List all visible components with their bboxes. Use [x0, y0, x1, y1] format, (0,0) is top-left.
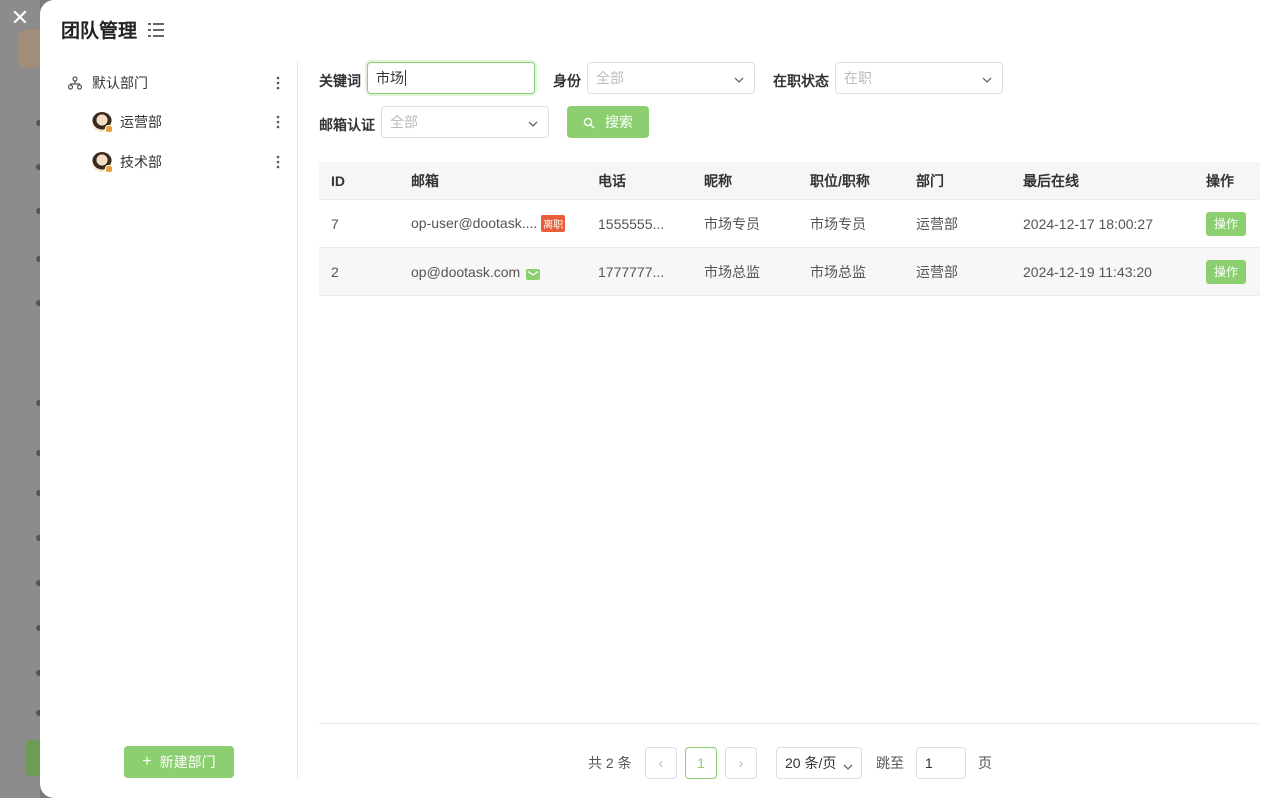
status-label: 在职状态 — [773, 73, 829, 89]
org-tree-icon — [67, 76, 83, 90]
col-header-title: 职位/职称 — [810, 172, 870, 189]
chevron-down-icon — [982, 72, 992, 83]
page-number-button[interactable]: 1 — [685, 747, 717, 779]
cell-id: 7 — [331, 215, 339, 232]
more-vertical-icon[interactable] — [270, 112, 286, 132]
plus-icon: + — [142, 753, 152, 770]
role-select[interactable]: 全部 — [587, 62, 755, 94]
cell-email: op@dootask.com — [411, 263, 541, 280]
keyword-value: 市场 — [376, 70, 404, 86]
total-count: 共 2 条 — [588, 755, 632, 771]
email-text: op-user@dootask.... — [411, 214, 538, 231]
cell-title: 市场专员 — [810, 215, 866, 232]
role-value: 全部 — [596, 70, 624, 86]
more-vertical-icon[interactable] — [270, 73, 286, 93]
search-icon — [583, 116, 595, 129]
search-button[interactable]: 搜索 — [567, 106, 649, 138]
status-value: 在职 — [844, 70, 872, 86]
backdrop-avatar — [18, 30, 40, 68]
cell-dept: 运营部 — [916, 263, 958, 280]
email-verify-label: 邮箱认证 — [319, 117, 375, 133]
cell-phone: 1555555... — [598, 215, 665, 232]
keyword-input[interactable]: 市场 — [367, 62, 535, 94]
modal-title: 团队管理 — [61, 21, 138, 42]
prev-page-button[interactable]: ‹ — [645, 747, 677, 779]
role-label: 身份 — [553, 73, 581, 89]
chevron-down-icon — [843, 759, 853, 770]
cell-id: 2 — [331, 263, 339, 280]
col-header-last-online: 最后在线 — [1023, 172, 1079, 189]
next-page-button[interactable]: › — [725, 747, 757, 779]
close-icon[interactable]: ✕ — [8, 6, 32, 30]
cell-action: 操作 — [1206, 211, 1246, 236]
jump-page-input[interactable]: 1 — [916, 747, 966, 779]
page-size-select[interactable]: 20 条/页 — [776, 747, 862, 779]
department-sidebar: 默认部门 运营部 技术部 + 新建部门 — [40, 62, 298, 778]
email-text: op@dootask.com — [411, 263, 521, 280]
table-row: 2 op@dootask.com 1777777... 市场总监 市场总监 运营… — [319, 248, 1260, 296]
menu-list-icon[interactable] — [147, 22, 165, 38]
new-department-label: 新建部门 — [159, 754, 216, 770]
member-table: ID 邮箱 电话 昵称 职位/职称 部门 最后在线 操作 7 op-user@d… — [319, 162, 1260, 296]
more-vertical-icon[interactable] — [270, 152, 286, 172]
jump-page-value: 1 — [925, 755, 933, 771]
col-header-nickname: 昵称 — [704, 172, 732, 189]
new-department-button[interactable]: + 新建部门 — [124, 746, 234, 778]
jump-label: 跳至 — [876, 755, 904, 771]
col-header-action: 操作 — [1206, 172, 1234, 189]
cell-nickname: 市场总监 — [704, 263, 760, 280]
col-header-email: 邮箱 — [411, 172, 439, 189]
backdrop-sidebar — [0, 0, 40, 798]
sidebar-item-default-dept[interactable]: 默认部门 — [67, 66, 298, 100]
cell-email: op-user@dootask.... 离职 — [411, 214, 566, 233]
sidebar-item-operations[interactable]: 运营部 — [92, 105, 298, 139]
page-unit-label: 页 — [978, 755, 992, 771]
cell-last-online: 2024-12-17 18:00:27 — [1023, 215, 1153, 232]
divider — [319, 723, 1260, 724]
page-size-value: 20 条/页 — [785, 755, 837, 771]
cell-last-online: 2024-12-19 11:43:20 — [1023, 263, 1152, 280]
main-content: 关键词 市场 身份 全部 在职状态 在职 邮箱认证 全部 搜索 ID 邮箱 电话… — [319, 62, 1260, 779]
col-header-phone: 电话 — [598, 172, 626, 189]
sidebar-item-label: 运营部 — [120, 114, 162, 130]
chevron-down-icon — [528, 116, 538, 127]
table-header: ID 邮箱 电话 昵称 职位/职称 部门 最后在线 操作 — [319, 162, 1260, 200]
email-verified-icon — [526, 267, 541, 280]
avatar — [92, 112, 113, 133]
avatar — [92, 152, 113, 173]
left-status-badge: 离职 — [541, 215, 566, 233]
text-cursor — [405, 70, 406, 86]
cell-phone: 1777777... — [598, 263, 665, 280]
chevron-down-icon — [734, 72, 744, 83]
row-action-button[interactable]: 操作 — [1206, 211, 1246, 236]
email-verify-select[interactable]: 全部 — [381, 106, 549, 138]
email-verify-value: 全部 — [390, 114, 418, 130]
sidebar-item-label: 默认部门 — [92, 75, 148, 91]
backdrop-button — [26, 740, 40, 776]
row-action-button[interactable]: 操作 — [1206, 259, 1246, 284]
col-header-dept: 部门 — [916, 172, 944, 189]
keyword-label: 关键词 — [319, 73, 361, 89]
status-select[interactable]: 在职 — [835, 62, 1003, 94]
modal-header: 团队管理 — [61, 16, 165, 43]
cell-title: 市场总监 — [810, 263, 866, 280]
col-header-id: ID — [331, 172, 345, 189]
table-row: 7 op-user@dootask.... 离职 1555555... 市场专员 … — [319, 200, 1260, 248]
cell-nickname: 市场专员 — [704, 215, 760, 232]
team-management-modal: 团队管理 默认部门 运营部 技术部 + 新建部门 关键词 市场 身份 全部 在职… — [40, 0, 1280, 798]
search-label: 搜索 — [605, 114, 633, 130]
pagination: 共 2 条 ‹ 1 › 20 条/页 跳至 1 页 — [319, 747, 1260, 779]
cell-action: 操作 — [1206, 259, 1246, 284]
sidebar-item-tech[interactable]: 技术部 — [92, 145, 298, 179]
sidebar-item-label: 技术部 — [120, 154, 162, 170]
cell-dept: 运营部 — [916, 215, 958, 232]
